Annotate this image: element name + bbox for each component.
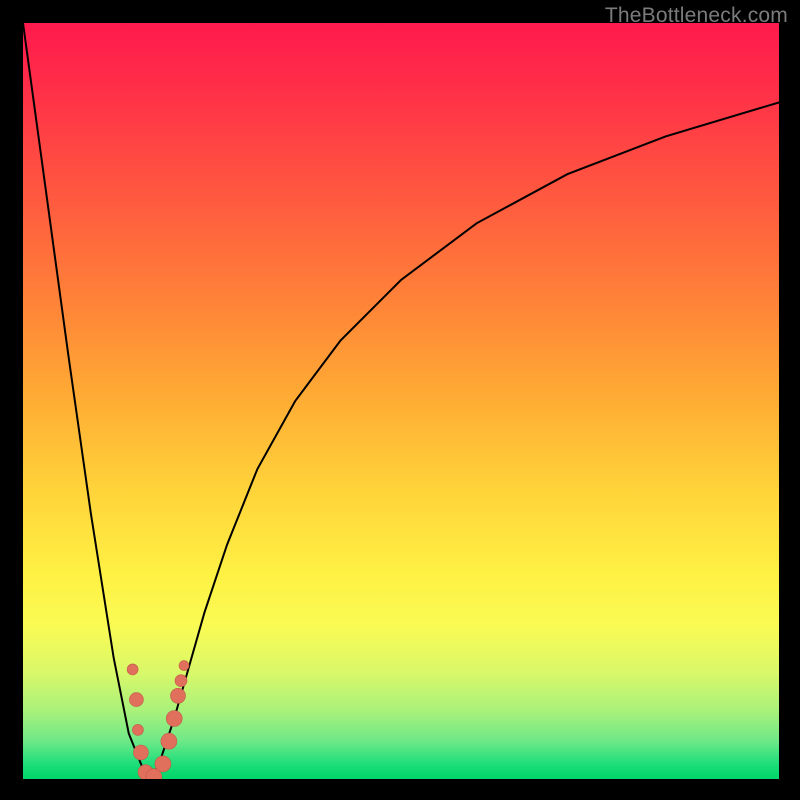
- highlight-dot: [161, 733, 177, 749]
- highlight-dot: [175, 675, 187, 687]
- highlight-dot: [166, 711, 182, 727]
- highlight-dot: [171, 688, 186, 703]
- plot-area: [23, 23, 779, 779]
- highlight-dot: [179, 661, 189, 671]
- curve-layer: [23, 23, 779, 779]
- highlight-dot: [133, 745, 148, 760]
- highlight-dot: [129, 693, 143, 707]
- highlight-dot: [155, 756, 171, 772]
- highlight-dots: [127, 661, 189, 779]
- highlight-dot: [132, 724, 143, 735]
- chart-stage: TheBottleneck.com: [0, 0, 800, 800]
- highlight-dot: [127, 664, 138, 675]
